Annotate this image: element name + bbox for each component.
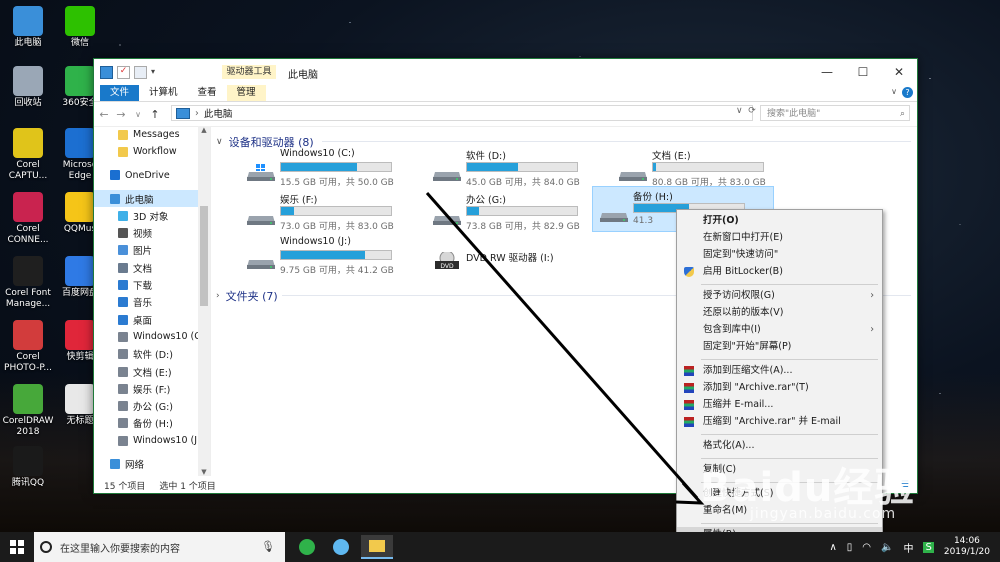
taskbar-ie-icon[interactable] [325,535,357,559]
taskbar-search-placeholder: 在这里输入你要搜索的内容 [60,543,180,555]
network-icon[interactable]: ▯ [847,542,853,553]
taskbar-search-input[interactable]: 在这里输入你要搜索的内容 🎙 [34,532,285,562]
sogou-icon[interactable]: S [923,541,934,553]
input-method-icon[interactable]: 中 [903,540,913,555]
baidu-watermark-url: jingyan.baidu.com [750,506,897,522]
clock[interactable]: 14:06 2019/1/20 [944,536,990,558]
system-tray: ∧ ▯ ◠ 🔈 中 S 14:06 2019/1/20 [829,532,1000,562]
windows-start-icon[interactable] [10,540,24,554]
taskbar-360-browser-icon[interactable] [291,535,323,559]
clock-date: 2019/1/20 [943,547,990,557]
show-hidden-icons-icon[interactable]: ∧ [829,542,836,553]
cortana-icon [40,541,52,553]
taskbar: 在这里输入你要搜索的内容 🎙 ∧ ▯ ◠ 🔈 中 S 14:06 2019/1/… [0,532,1000,562]
taskbar-file-explorer-icon[interactable] [361,535,393,559]
wifi-icon[interactable]: ◠ [862,542,871,553]
microphone-icon[interactable]: 🎙 [261,540,275,553]
baidu-watermark-logo: Baidu经验 [700,465,916,511]
volume-icon[interactable]: 🔈 [881,542,893,553]
clock-time: 14:06 [953,536,980,546]
